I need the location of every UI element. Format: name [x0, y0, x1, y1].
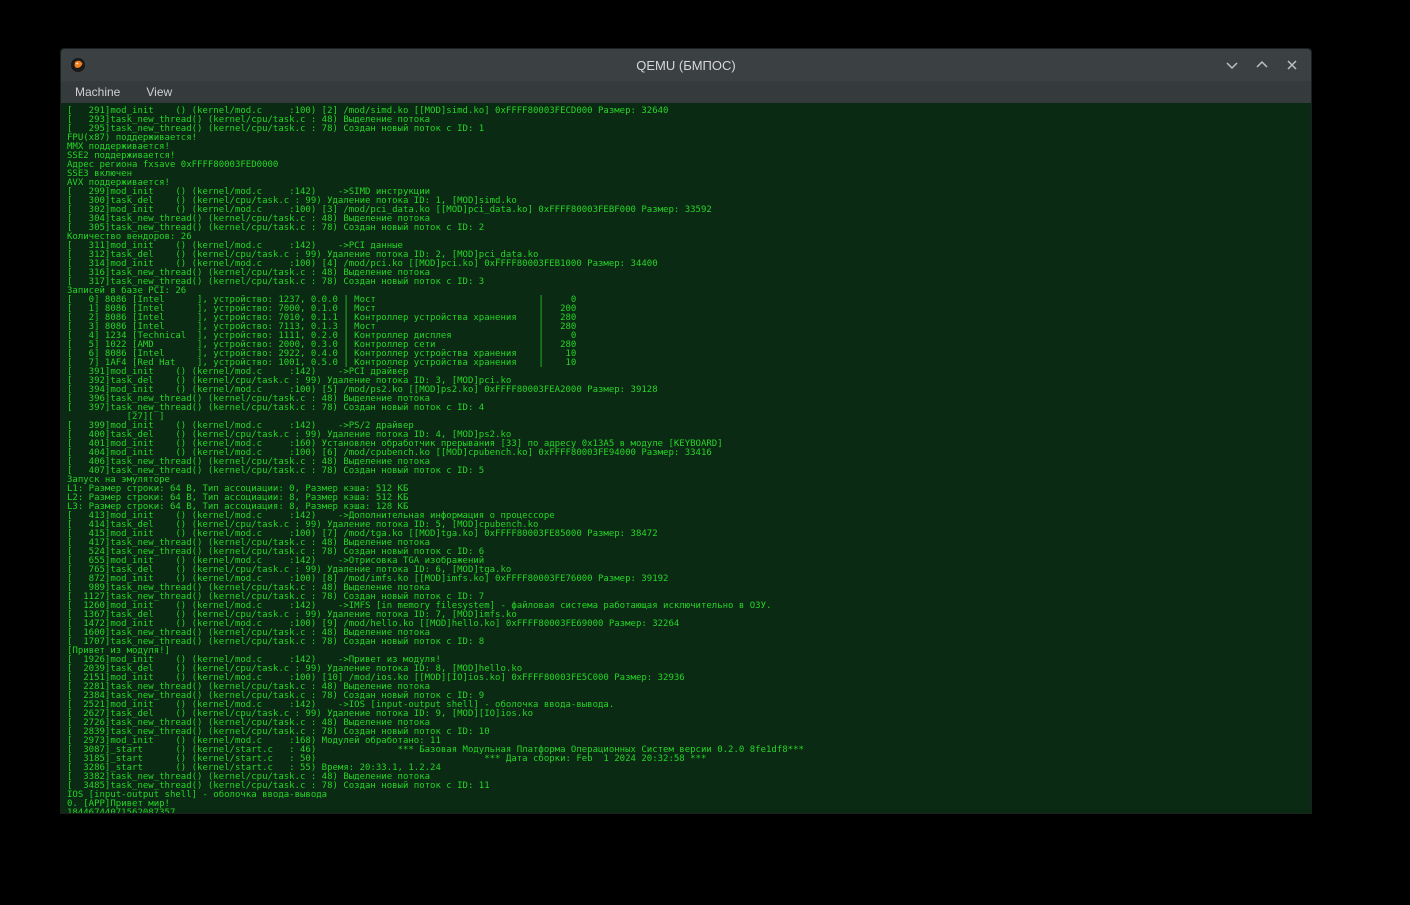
close-button[interactable] — [1283, 56, 1301, 74]
minimize-button[interactable] — [1223, 56, 1241, 74]
menu-view[interactable]: View — [142, 83, 176, 101]
qemu-window: QEMU (БМПОС) Machine View [ 291]mod_init… — [60, 48, 1312, 814]
terminal-output: [ 291]mod_init () (kernel/mod.c :100) [2… — [61, 103, 1311, 813]
qemu-icon — [69, 56, 87, 74]
menubar: Machine View — [61, 81, 1311, 103]
menu-machine[interactable]: Machine — [71, 83, 124, 101]
window-controls — [1223, 56, 1311, 74]
maximize-button[interactable] — [1253, 56, 1271, 74]
titlebar[interactable]: QEMU (БМПОС) — [61, 49, 1311, 81]
window-title: QEMU (БМПОС) — [61, 58, 1311, 73]
